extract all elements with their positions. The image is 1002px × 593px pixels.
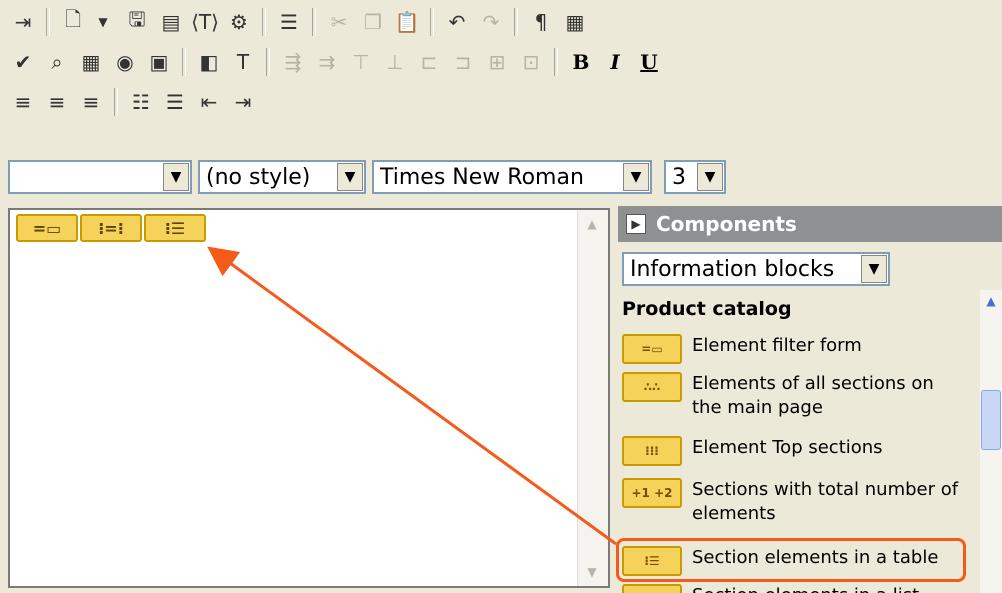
components-panel-title: Components [656, 212, 797, 236]
insert-column-icon[interactable]: ⇉ [312, 47, 342, 77]
merge-cells-icon[interactable]: ⊏ [414, 47, 444, 77]
insert-row-icon[interactable]: ⇶ [278, 47, 308, 77]
spellcheck-icon[interactable]: ✔ [8, 47, 38, 77]
component-item[interactable]: +1 +2 Sections with total number of elem… [622, 478, 962, 526]
toolbar-separator [182, 48, 186, 76]
toolbar-row-1: ⇥ 🗋 ▼ 🖫 ▤ ⟨T⟩ ⚙ ☰ ✂ ❐ 📋 ↶ ↷ ¶ ▦ [0, 2, 590, 42]
underline-button[interactable]: U [634, 50, 664, 74]
align-right-icon[interactable]: ≡ [76, 87, 106, 117]
split-cells-icon[interactable]: ⊐ [448, 47, 478, 77]
bulleted-list-icon[interactable]: ☰ [160, 87, 190, 117]
component-label: Element Top sections [692, 437, 883, 458]
font-select[interactable]: Times New Roman ▼ [372, 160, 652, 194]
chevron-down-icon[interactable]: ▼ [163, 163, 189, 191]
exit-icon[interactable]: ⇥ [8, 7, 38, 37]
style-select[interactable]: (no style) ▼ [198, 160, 366, 194]
element-filter-icon[interactable]: =▭ [16, 214, 78, 242]
align-left-icon[interactable]: ≡ [8, 87, 38, 117]
chevron-down-icon[interactable]: ▼ [88, 7, 118, 37]
selection-highlight [616, 538, 966, 582]
component-item[interactable]: ⁝⁝⁝ Element Top sections [622, 436, 952, 466]
size-select-value: 3 [672, 164, 686, 190]
component-label: Element filter form [692, 335, 862, 356]
paragraph-marks-icon[interactable]: ¶ [526, 7, 556, 37]
font-select-value: Times New Roman [380, 164, 584, 190]
toolbar-row-2: ✔ ⌕ ▦ ◉ ▣ ◧ T ⇶ ⇉ ⊤ ⊥ ⊏ ⊐ ⊞ ⊡ B I U [0, 42, 664, 82]
chevron-down-icon[interactable]: ▼ [623, 163, 649, 191]
chevron-down-icon[interactable]: ▼ [337, 163, 363, 191]
bold-button[interactable]: B [566, 50, 596, 74]
scroll-up-icon[interactable]: ▲ [980, 290, 1002, 312]
all-sections-icon: ∴∴ [622, 372, 682, 402]
insert-image-icon[interactable]: ▣ [144, 47, 174, 77]
save-icon[interactable]: 🖫 [122, 7, 152, 37]
italic-button[interactable]: I [600, 50, 630, 74]
insert-link-icon[interactable]: ◉ [110, 47, 140, 77]
scroll-thumb[interactable] [981, 390, 1001, 450]
panel-scrollbar[interactable]: ▲ [980, 290, 1002, 593]
component-item[interactable]: ⁝☰ Section elements in a list [622, 584, 952, 593]
indent-icon[interactable]: ⇥ [228, 87, 258, 117]
delete-column-icon[interactable]: ⊥ [380, 47, 410, 77]
top-sections-icon: ⁝⁝⁝ [622, 436, 682, 466]
list-elements-icon: ⁝☰ [622, 584, 682, 593]
scroll-up-icon[interactable]: ▲ [578, 210, 606, 238]
toolbar-row-3: ≡ ≡ ≡ ☷ ☰ ⇤ ⇥ [0, 82, 258, 122]
show-borders-icon[interactable]: ▦ [560, 7, 590, 37]
new-document-icon[interactable]: 🗋 [58, 7, 88, 37]
editor-scrollbar[interactable]: ▲ ▼ [577, 210, 608, 586]
delete-row-icon[interactable]: ⊤ [346, 47, 376, 77]
numbered-list-icon[interactable]: ☷ [126, 87, 156, 117]
toolbar-separator [266, 48, 270, 76]
category-label: Product catalog [622, 298, 792, 320]
component-label: Section elements in a list [692, 584, 952, 593]
text-color-icon[interactable]: T [228, 47, 258, 77]
toolbar-separator [114, 88, 118, 116]
find-icon[interactable]: ⌕ [42, 47, 72, 77]
table-props-icon[interactable]: ⊞ [482, 47, 512, 77]
cell-props-icon[interactable]: ⊡ [516, 47, 546, 77]
table-elements-icon[interactable]: ⁝☰ [144, 214, 206, 242]
paste-icon[interactable]: 📋 [392, 7, 422, 37]
element-filter-icon: =▭ [622, 334, 682, 364]
chevron-down-icon[interactable]: ▼ [861, 255, 887, 283]
expand-arrow-icon[interactable]: ▶ [626, 214, 646, 234]
cut-icon[interactable]: ✂ [324, 7, 354, 37]
toolbar-separator [46, 8, 50, 36]
size-select[interactable]: 3 ▼ [664, 160, 726, 194]
editor-area[interactable]: =▭ ⁝=⁝ ⁝☰ ▲ ▼ [8, 208, 610, 588]
chevron-down-icon[interactable]: ▼ [697, 163, 723, 191]
copy-icon[interactable]: ❐ [358, 7, 388, 37]
undo-icon[interactable]: ↶ [442, 7, 472, 37]
toolbar-separator [262, 8, 266, 36]
component-item[interactable]: ∴∴ Elements of all sections on the main … [622, 372, 962, 420]
component-item[interactable]: =▭ Element filter form [622, 334, 952, 364]
top-sections-icon[interactable]: ⁝=⁝ [80, 214, 142, 242]
component-label: Elements of all sections on the main pag… [692, 373, 934, 418]
sections-count-icon: +1 +2 [622, 478, 682, 508]
format-select[interactable]: ▼ [8, 160, 192, 194]
save-as-icon[interactable]: ▤ [156, 7, 186, 37]
toolbar-separator [514, 8, 518, 36]
background-color-icon[interactable]: ◧ [194, 47, 224, 77]
components-dropdown-value: Information blocks [630, 256, 835, 282]
properties-icon[interactable]: ⚙ [224, 7, 254, 37]
scroll-down-icon[interactable]: ▼ [578, 558, 606, 586]
component-label: Sections with total number of elements [692, 479, 959, 524]
style-select-value: (no style) [206, 164, 311, 190]
page-properties-icon[interactable]: ☰ [274, 7, 304, 37]
html-code-icon[interactable]: ⟨T⟩ [190, 7, 220, 37]
insert-table-icon[interactable]: ▦ [76, 47, 106, 77]
outdent-icon[interactable]: ⇤ [194, 87, 224, 117]
toolbar-separator [312, 8, 316, 36]
redo-icon[interactable]: ↷ [476, 7, 506, 37]
toolbar-separator [430, 8, 434, 36]
components-panel-header[interactable]: ▶ Components [618, 206, 1002, 242]
components-dropdown[interactable]: Information blocks ▼ [622, 252, 890, 286]
align-center-icon[interactable]: ≡ [42, 87, 72, 117]
toolbar-separator [554, 48, 558, 76]
